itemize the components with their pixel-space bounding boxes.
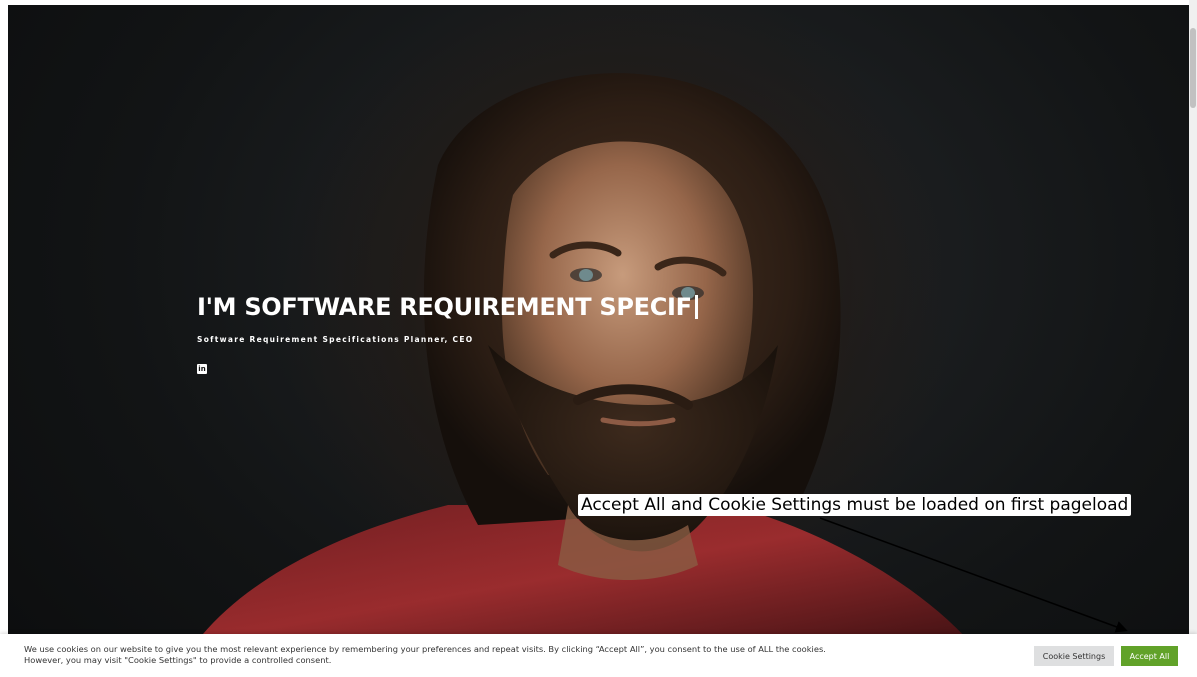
typing-caret [694,295,698,319]
cookie-settings-button[interactable]: Cookie Settings [1034,646,1114,666]
hero-subtitle: Software Requirement Specifications Plan… [197,335,474,344]
scrollbar[interactable] [1189,0,1197,640]
hero-section: I'M SOFTWARE REQUIREMENT SPECIF Software… [8,5,1189,640]
scrollbar-thumb[interactable] [1190,28,1196,108]
cookie-consent-text: We use cookies on our website to give yo… [24,644,826,665]
hero-text-block: I'M SOFTWARE REQUIREMENT SPECIF Software… [197,293,698,374]
annotation-label: Accept All and Cookie Settings must be l… [578,494,1132,516]
hero-title-text: I'M SOFTWARE REQUIREMENT SPECIF [197,293,692,321]
linkedin-icon[interactable]: in [197,364,207,374]
page: I'M SOFTWARE REQUIREMENT SPECIF Software… [0,0,1197,677]
accept-all-button[interactable]: Accept All [1121,646,1178,666]
hero-title: I'M SOFTWARE REQUIREMENT SPECIF [197,293,698,321]
cookie-consent-bar: We use cookies on our website to give yo… [0,634,1197,677]
